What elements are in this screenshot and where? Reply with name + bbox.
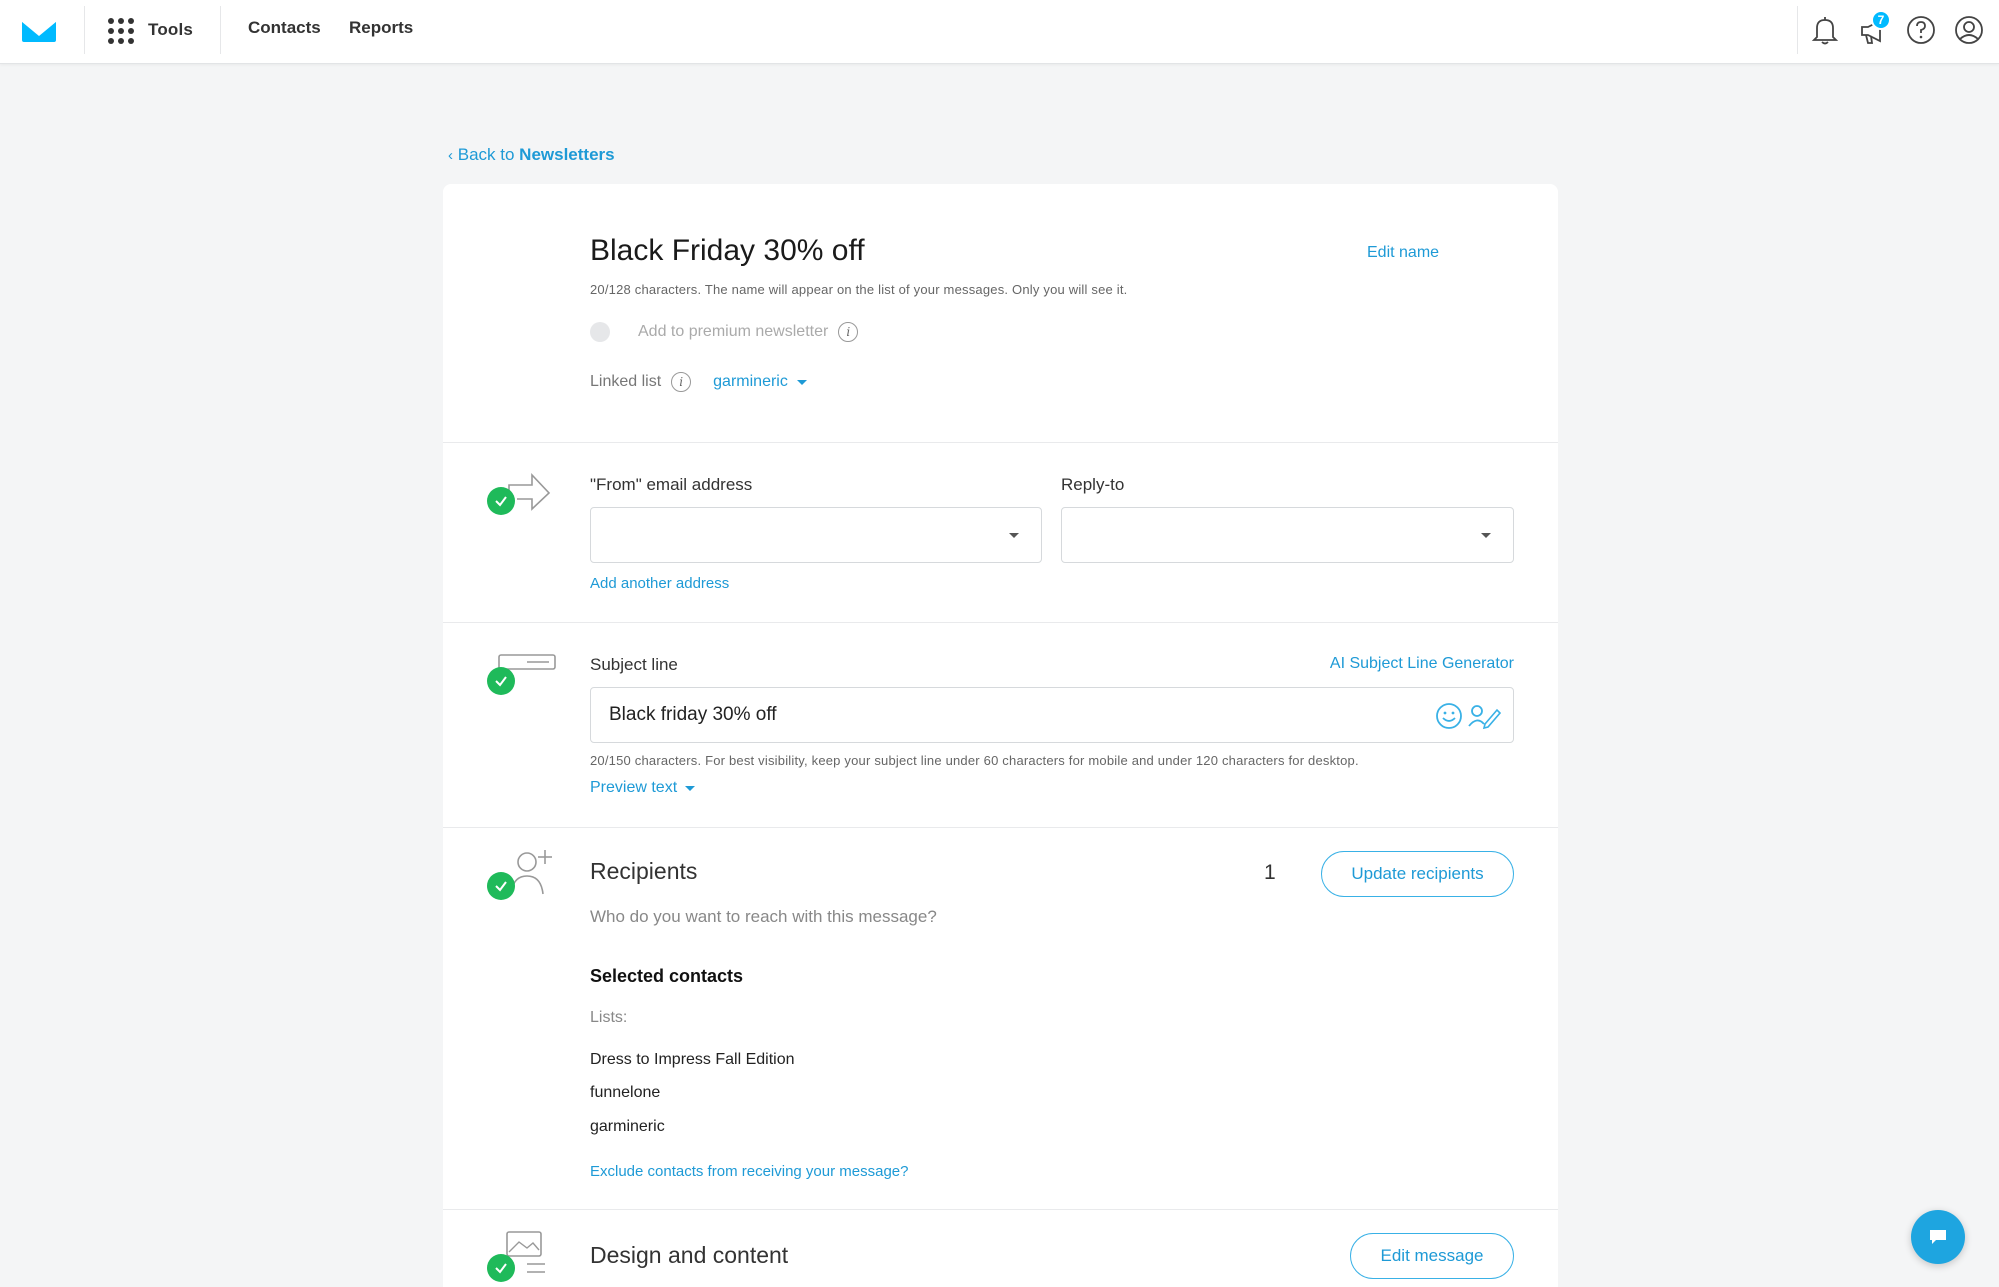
linked-list-value: garmineric [713, 373, 788, 390]
caret-down-icon [796, 379, 807, 385]
back-target: Newsletters [519, 145, 615, 164]
recipients-section: Recipients 1 Update recipients Who do yo… [443, 827, 1558, 1209]
notifications-badge: 7 [1871, 10, 1891, 30]
subject-input[interactable]: Black friday 30% off [590, 687, 1514, 743]
check-complete-icon [487, 872, 515, 900]
check-complete-icon [487, 1254, 515, 1282]
subject-section: Subject line AI Subject Line Generator B… [443, 622, 1558, 827]
user-account-icon[interactable] [1951, 12, 1987, 48]
premium-option: Add to premium newsletter i [638, 322, 859, 342]
check-complete-icon [487, 487, 515, 515]
notifications-bell-icon[interactable] [1807, 12, 1843, 48]
subject-hint: 20/150 characters. For best visibility, … [590, 753, 1359, 768]
recipients-subtitle: Who do you want to reach with this messa… [590, 907, 937, 926]
tools-label: Tools [148, 20, 194, 39]
reply-to-select[interactable] [1061, 507, 1514, 563]
newsletter-title: Black Friday 30% off [590, 234, 865, 267]
caret-down-icon [685, 785, 696, 791]
edit-message-button[interactable]: Edit message [1350, 1233, 1514, 1279]
help-question-icon[interactable] [1903, 12, 1939, 48]
nav-contacts[interactable]: Contacts [248, 18, 321, 38]
linked-list-label: Linked list [590, 373, 662, 390]
from-label: "From" email address [590, 475, 753, 494]
list-item: garmineric [590, 1118, 665, 1135]
premium-toggle[interactable] [590, 322, 610, 342]
recipients-count: 1 [1264, 861, 1276, 884]
back-to-newsletters-link[interactable]: ‹ Back to Newsletters [448, 145, 615, 165]
edit-name-link[interactable]: Edit name [1367, 244, 1439, 262]
divider [84, 6, 85, 54]
tools-menu[interactable]: Tools [106, 16, 193, 44]
preview-text-label: Preview text [590, 779, 678, 796]
divider [220, 6, 221, 54]
newsletter-settings-card: Black Friday 30% off Edit name 20/128 ch… [443, 184, 1558, 1287]
subject-input-value: Black friday 30% off [609, 704, 777, 725]
recipients-title: Recipients [590, 858, 698, 884]
lists-label: Lists: [590, 1009, 628, 1026]
from-section: "From" email address Reply-to Add anothe… [443, 442, 1558, 622]
getresponse-logo-icon[interactable] [20, 16, 58, 44]
from-email-select[interactable] [590, 507, 1042, 563]
design-section: Design and content Edit message [443, 1209, 1558, 1287]
linked-list-row: Linked list i garmineric [590, 372, 807, 392]
ai-subject-generator-link[interactable]: AI Subject Line Generator [1330, 655, 1514, 673]
chat-bubble-icon [1930, 1230, 1946, 1244]
premium-label: Add to premium newsletter [638, 323, 829, 340]
divider [1797, 6, 1798, 54]
info-icon[interactable]: i [838, 322, 859, 342]
chat-support-button[interactable] [1911, 1210, 1965, 1264]
top-icons-group: 7 [1807, 10, 1987, 48]
update-recipients-button[interactable]: Update recipients [1321, 851, 1514, 897]
nav-reports[interactable]: Reports [349, 18, 413, 38]
top-navigation-bar: Tools Contacts Reports 7 [0, 0, 1999, 64]
add-another-address-link[interactable]: Add another address [590, 575, 729, 592]
emoji-icon[interactable] [1435, 702, 1463, 730]
caret-down-icon [1481, 533, 1491, 538]
back-prefix: Back to [457, 145, 515, 164]
announcements-megaphone-icon[interactable]: 7 [1855, 10, 1891, 48]
check-complete-icon [487, 667, 515, 695]
list-item: Dress to Impress Fall Edition [590, 1051, 795, 1068]
list-item: funnelone [590, 1084, 661, 1101]
personalize-icon[interactable] [1467, 702, 1501, 730]
apps-grid-icon [106, 16, 134, 44]
linked-list-dropdown[interactable]: garmineric [713, 373, 807, 391]
preview-text-toggle[interactable]: Preview text [590, 779, 696, 797]
selected-contacts-heading: Selected contacts [590, 966, 744, 986]
info-icon[interactable]: i [671, 372, 692, 392]
chevron-left-icon: ‹ [448, 147, 453, 164]
caret-down-icon [1009, 533, 1019, 538]
subject-label: Subject line [590, 655, 678, 674]
name-hint: 20/128 characters. The name will appear … [590, 282, 1128, 297]
reply-to-label: Reply-to [1061, 475, 1125, 494]
exclude-contacts-link[interactable]: Exclude contacts from receiving your mes… [590, 1163, 908, 1180]
design-title: Design and content [590, 1242, 789, 1268]
